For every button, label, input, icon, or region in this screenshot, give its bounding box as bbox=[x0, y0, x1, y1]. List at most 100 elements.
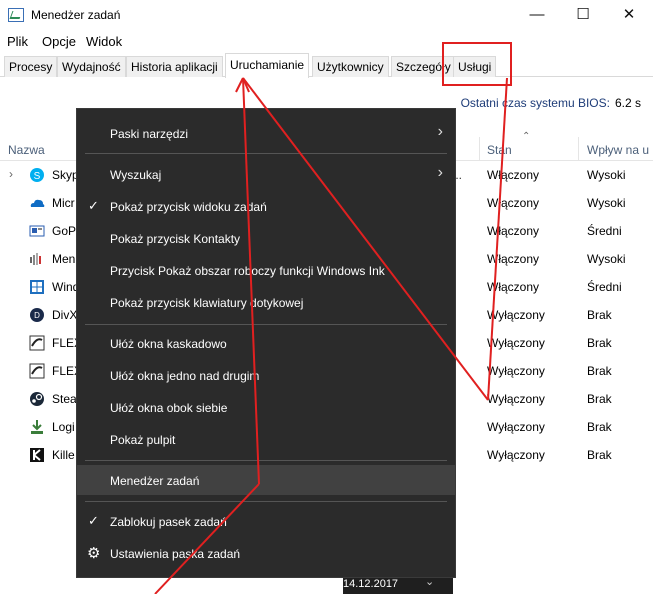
row-status: Włączony bbox=[487, 168, 540, 182]
menu-bar: Plik Opcje Widok bbox=[0, 31, 653, 51]
checkmark-icon: ✓ bbox=[88, 198, 99, 213]
row-impact: Średni bbox=[587, 224, 622, 238]
row-name: Micr bbox=[52, 196, 75, 210]
menu-item-label: Pokaż przycisk widoku zadań bbox=[110, 200, 267, 214]
tab-users[interactable]: Użytkownicy bbox=[312, 56, 389, 77]
menu-item-stacked[interactable]: Ułóż okna jedno nad drugim bbox=[77, 360, 455, 390]
window-title: Menedżer zadań bbox=[31, 8, 121, 22]
menu-separator bbox=[85, 324, 447, 325]
row-impact: Brak bbox=[587, 336, 612, 350]
flex-icon bbox=[29, 363, 45, 379]
menu-item-label: Pokaż pulpit bbox=[110, 433, 176, 447]
menu-item-search[interactable]: Wyszukaj › bbox=[77, 159, 455, 189]
menu-item-show-task-view[interactable]: ✓ Pokaż przycisk widoku zadań bbox=[77, 191, 455, 221]
menu-item-show-keyboard[interactable]: Pokaż przycisk klawiatury dotykowej bbox=[77, 287, 455, 317]
row-status: Wyłączony bbox=[487, 336, 545, 350]
menu-item-label: Ułóż okna kaskadowo bbox=[110, 337, 227, 351]
chevron-right-icon: › bbox=[437, 164, 443, 181]
menu-item-label: Ułóż okna jedno nad drugim bbox=[110, 369, 260, 383]
menu-view[interactable]: Widok bbox=[86, 34, 122, 49]
row-impact: Średni bbox=[587, 280, 622, 294]
close-button[interactable]: ✕ bbox=[606, 0, 652, 31]
menu-item-label: Pokaż przycisk Kontakty bbox=[110, 232, 241, 246]
onedrive-icon bbox=[30, 199, 45, 207]
column-name[interactable]: Nazwa bbox=[8, 143, 45, 157]
row-impact: Brak bbox=[587, 364, 612, 378]
row-impact: Brak bbox=[587, 308, 612, 322]
row-name: Stea bbox=[52, 392, 77, 406]
menu-item-label: Przycisk Pokaż obszar roboczy funkcji Wi… bbox=[110, 264, 385, 278]
flex-icon bbox=[29, 335, 45, 351]
row-impact: Brak bbox=[587, 392, 612, 406]
row-status: Wyłączony bbox=[487, 420, 545, 434]
svg-text:D: D bbox=[34, 311, 40, 320]
menu-item-show-desktop[interactable]: Pokaż pulpit bbox=[77, 424, 455, 454]
bios-time-value: 6.2 s bbox=[614, 96, 641, 110]
menu-item-toolbars[interactable]: Paski narzędzi › bbox=[77, 118, 455, 148]
row-status: Wyłączony bbox=[487, 364, 545, 378]
annotation-highlight-box bbox=[442, 42, 512, 86]
tab-startup[interactable]: Uruchamianie bbox=[225, 53, 310, 78]
row-impact: Wysoki bbox=[587, 196, 626, 210]
menu-item-label: Paski narzędzi bbox=[110, 127, 189, 141]
menu-item-side-by-side[interactable]: Ułóż okna obok siebie bbox=[77, 392, 455, 422]
tab-processes[interactable]: Procesy bbox=[4, 56, 58, 77]
menu-separator bbox=[85, 501, 447, 502]
task-manager-icon bbox=[8, 8, 24, 22]
svg-text:S: S bbox=[34, 171, 41, 182]
row-name: Skyp bbox=[52, 168, 79, 182]
chevron-right-icon: › bbox=[437, 123, 443, 140]
tab-strip: Procesy Wydajność Historia aplikacji Uru… bbox=[0, 53, 653, 78]
column-impact[interactable]: Wpływ na u bbox=[587, 143, 649, 157]
tab-performance[interactable]: Wydajność bbox=[57, 56, 126, 77]
taskbar-clock[interactable]: 14.12.2017 ⌄ bbox=[343, 576, 453, 594]
menu-item-cascade[interactable]: Ułóż okna kaskadowo bbox=[77, 328, 455, 358]
maximize-button[interactable]: ☐ bbox=[560, 0, 606, 31]
menu-item-label: Zablokuj pasek zadań bbox=[110, 515, 227, 529]
row-name: GoP bbox=[52, 224, 77, 238]
row-status: Wyłączony bbox=[487, 392, 545, 406]
row-name: Logi bbox=[52, 420, 75, 434]
steam-icon bbox=[30, 392, 44, 406]
gear-icon: ⚙ bbox=[87, 545, 101, 562]
menu-item-task-manager[interactable]: Menedżer zadań bbox=[77, 465, 455, 495]
row-impact: Wysoki bbox=[587, 252, 626, 266]
row-impact: Wysoki bbox=[587, 168, 626, 182]
menu-separator bbox=[85, 153, 447, 154]
row-impact: Brak bbox=[587, 448, 612, 462]
skype-icon: S bbox=[30, 168, 44, 182]
menu-item-lock-taskbar[interactable]: ✓ Zablokuj pasek zadań bbox=[77, 506, 455, 536]
row-impact: Brak bbox=[587, 420, 612, 434]
menu-file[interactable]: Plik bbox=[7, 34, 28, 49]
checkmark-icon: ✓ bbox=[88, 513, 99, 528]
minimize-button[interactable]: — bbox=[514, 0, 560, 31]
row-name: Men bbox=[52, 252, 76, 266]
bios-time: Ostatni czas systemu BIOS: 6.2 s bbox=[461, 96, 641, 110]
menu-options[interactable]: Opcje bbox=[42, 34, 76, 49]
column-status[interactable]: Stan bbox=[487, 143, 512, 157]
row-status: Wyłączony bbox=[487, 448, 545, 462]
column-divider[interactable] bbox=[578, 137, 579, 161]
row-name: Kille bbox=[52, 448, 75, 462]
menu-item-show-contacts[interactable]: Pokaż przycisk Kontakty bbox=[77, 223, 455, 253]
chevron-right-icon[interactable]: › bbox=[9, 167, 13, 181]
row-name: DivX bbox=[52, 308, 78, 322]
menu-item-label: Pokaż przycisk klawiatury dotykowej bbox=[110, 296, 304, 310]
menu-item-show-ink[interactable]: Przycisk Pokaż obszar roboczy funkcji Wi… bbox=[77, 255, 455, 285]
row-status: Włączony bbox=[487, 280, 540, 294]
tab-app-history[interactable]: Historia aplikacji bbox=[126, 56, 223, 77]
audio-icon bbox=[30, 253, 41, 265]
menu-item-label: Menedżer zadań bbox=[110, 474, 200, 488]
download-icon bbox=[31, 420, 43, 434]
menu-item-label: Ułóż okna obok siebie bbox=[110, 401, 228, 415]
row-status: Wyłączony bbox=[487, 308, 545, 322]
title-bar: Menedżer zadań — ☐ ✕ bbox=[0, 0, 653, 31]
menu-item-label: Wyszukaj bbox=[110, 168, 162, 182]
gopro-icon bbox=[29, 225, 45, 237]
row-status: Włączony bbox=[487, 252, 540, 266]
windows-icon bbox=[30, 280, 44, 294]
column-divider[interactable] bbox=[479, 137, 480, 161]
menu-item-taskbar-settings[interactable]: ⚙ Ustawienia paska zadań bbox=[77, 538, 455, 568]
divx-icon: D bbox=[30, 308, 44, 322]
menu-separator bbox=[85, 460, 447, 461]
